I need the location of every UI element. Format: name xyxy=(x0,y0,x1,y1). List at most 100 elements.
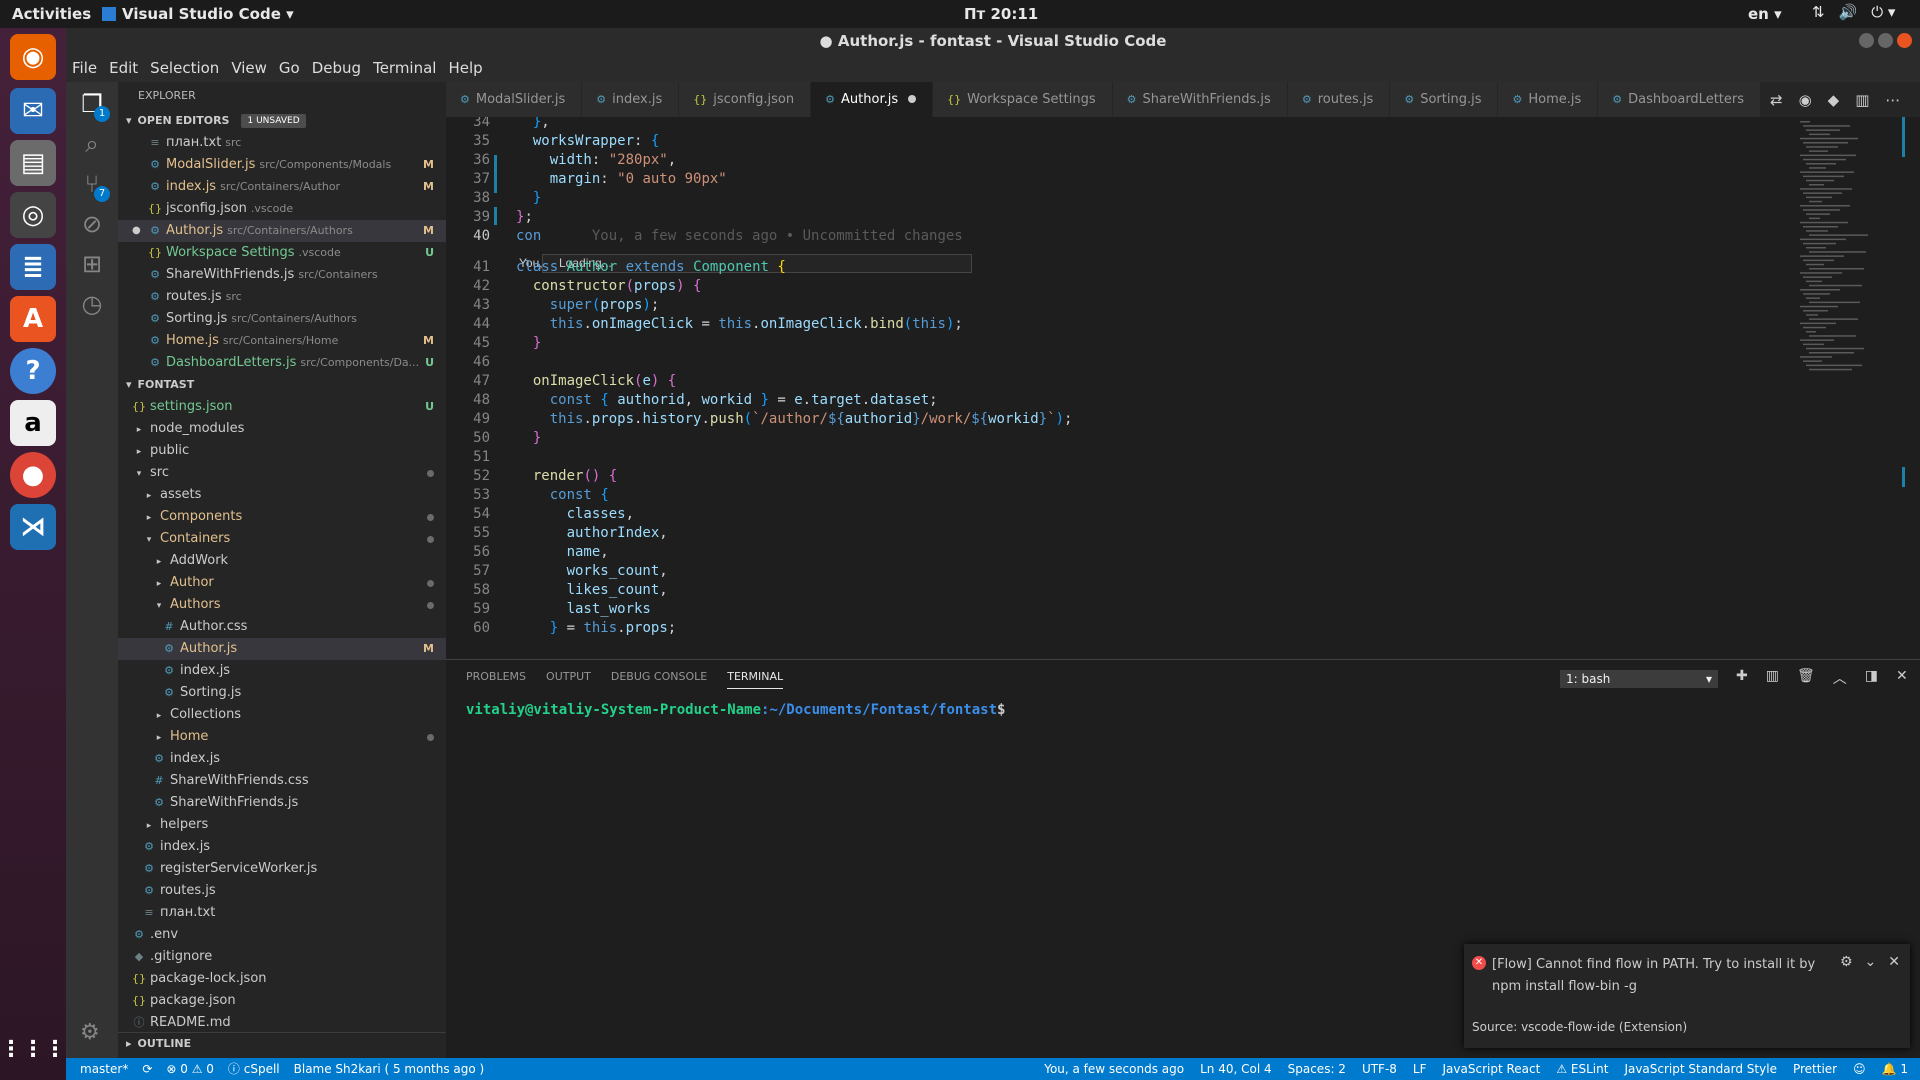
panel-tab-terminal[interactable]: TERMINAL xyxy=(727,670,784,689)
maximize-panel-icon[interactable]: ︿ xyxy=(1833,668,1847,688)
menu-debug[interactable]: Debug xyxy=(312,59,361,77)
code-line[interactable]: constructor(props) { xyxy=(516,278,702,294)
git-history-icon[interactable]: ◷ xyxy=(78,290,106,318)
tree-item[interactable]: ▸ public xyxy=(118,440,446,462)
code-line[interactable]: onImageClick(e) { xyxy=(516,373,676,389)
tree-item[interactable]: ▸ helpers xyxy=(118,814,446,836)
close-icon[interactable]: ✕ xyxy=(1888,954,1900,970)
tree-item[interactable]: ⚙ Sorting.js xyxy=(118,682,446,704)
gear-icon[interactable]: ⚙ xyxy=(1840,954,1853,970)
status-item[interactable]: ⟳ xyxy=(142,1058,152,1080)
preview-icon[interactable]: ◉ xyxy=(1799,91,1812,109)
thunderbird-icon[interactable]: ✉ xyxy=(10,88,56,134)
files-icon[interactable]: ▤ xyxy=(10,140,56,186)
status-item[interactable]: ☺ xyxy=(1853,1058,1866,1080)
search-icon[interactable]: ⌕ xyxy=(78,130,106,158)
new-terminal-icon[interactable]: ✚ xyxy=(1736,668,1748,688)
system-tray[interactable]: ⇅ 🔊 ⏻ ▾ xyxy=(1812,3,1895,21)
tree-item[interactable]: ⚙ Author.js M xyxy=(118,638,446,660)
tree-item[interactable]: ▸ Home xyxy=(118,726,446,748)
power-icon[interactable]: ⏻ ▾ xyxy=(1871,3,1895,21)
status-item[interactable]: Prettier xyxy=(1793,1058,1837,1080)
close-panel-icon[interactable]: ✕ xyxy=(1896,668,1908,688)
tab-sharewithfriends-js[interactable]: ⚙ ShareWithFriends.js xyxy=(1112,82,1288,117)
status-item[interactable]: Ln 40, Col 4 xyxy=(1200,1058,1272,1080)
terminal-select[interactable]: 1: bash ▾ xyxy=(1560,670,1718,688)
tab-jsconfig-json[interactable]: {} jsconfig.json xyxy=(679,82,812,117)
language-indicator[interactable]: en ▾ xyxy=(1748,5,1782,23)
tree-item[interactable]: ⚙ index.js xyxy=(118,836,446,858)
code-line[interactable]: const { xyxy=(516,487,609,503)
tree-item[interactable]: ◆ .gitignore xyxy=(118,946,446,968)
close-window-button[interactable] xyxy=(1897,33,1912,48)
open-editor-item[interactable]: ⚙ index.js src/Containers/Author M xyxy=(118,176,446,198)
menu-edit[interactable]: Edit xyxy=(109,59,138,77)
open-editor-item[interactable]: ⚙ routes.js src xyxy=(118,286,446,308)
tab-dashboardletters[interactable]: ⚙ DashboardLetters xyxy=(1598,82,1762,117)
tree-item[interactable]: ≡ план.txt xyxy=(118,902,446,924)
writer-icon[interactable]: ≣ xyxy=(10,244,56,290)
more-actions-icon[interactable]: ⋯ xyxy=(1885,91,1900,109)
tree-item[interactable]: ▾ Containers xyxy=(118,528,446,550)
tree-item[interactable]: ⓘ README.md xyxy=(118,1012,446,1034)
status-item[interactable]: ⊗ 0 ⚠ 0 xyxy=(166,1058,214,1080)
code-line[interactable]: super(props); xyxy=(516,297,660,313)
menu-view[interactable]: View xyxy=(231,59,267,77)
tab-home-js[interactable]: ⚙ Home.js xyxy=(1498,82,1599,117)
code-line[interactable]: const { authorid, workid } = e.target.da… xyxy=(516,392,938,408)
open-editor-item[interactable]: ⚙ ModalSlider.js src/Components/Modals M xyxy=(118,154,446,176)
firefox-icon[interactable]: ◉ xyxy=(10,34,56,80)
tab-workspace-settings[interactable]: {} Workspace Settings xyxy=(933,82,1113,117)
code-line[interactable]: } xyxy=(516,430,541,446)
rhythmbox-icon[interactable]: ◎ xyxy=(10,192,56,238)
clock[interactable]: Пт 20:11 xyxy=(964,5,1038,23)
code-line[interactable]: } xyxy=(516,335,541,351)
tree-item[interactable]: {} package-lock.json xyxy=(118,968,446,990)
app-menu[interactable]: Visual Studio Code ▾ xyxy=(102,5,294,23)
status-item[interactable]: ⓘ cSpell xyxy=(228,1058,280,1080)
trash-icon[interactable]: 🗑 xyxy=(1797,668,1815,688)
tab-sorting-js[interactable]: ⚙ Sorting.js xyxy=(1390,82,1499,117)
status-item[interactable]: LF xyxy=(1413,1058,1427,1080)
code-line[interactable]: this.props.history.push(`/author/${autho… xyxy=(516,411,1073,427)
open-editor-item[interactable]: ⚙ Sorting.js src/Containers/Authors xyxy=(118,308,446,330)
tab-routes-js[interactable]: ⚙ routes.js xyxy=(1287,82,1391,117)
maximize-button[interactable] xyxy=(1878,33,1893,48)
project-header[interactable]: ▾ FONTAST xyxy=(118,374,446,396)
code-line[interactable]: name, xyxy=(516,544,609,560)
tree-item[interactable]: {} package.json xyxy=(118,990,446,1012)
tree-item[interactable]: ▸ Components xyxy=(118,506,446,528)
code-line[interactable]: con You, a few seconds ago • Uncommitted… xyxy=(516,228,963,244)
status-item[interactable]: Spaces: 2 xyxy=(1288,1058,1346,1080)
panel-layout-icon[interactable]: ◨ xyxy=(1865,668,1878,688)
menu-file[interactable]: File xyxy=(72,59,97,77)
panel-tab-problems[interactable]: PROBLEMS xyxy=(466,670,526,689)
code-line[interactable]: likes_count, xyxy=(516,582,668,598)
open-editor-item[interactable]: {} jsconfig.json .vscode xyxy=(118,198,446,220)
tree-item[interactable]: # ShareWithFriends.css xyxy=(118,770,446,792)
status-item[interactable]: master* xyxy=(80,1058,128,1080)
terminal-prompt[interactable]: vitaliy@vitaliy-System-Product-Name:~/Do… xyxy=(466,702,1005,718)
open-editor-item[interactable]: ⚙ Home.js src/Containers/Home M xyxy=(118,330,446,352)
status-item[interactable]: UTF-8 xyxy=(1362,1058,1397,1080)
code-line[interactable]: width: "280px", xyxy=(516,152,676,168)
tree-item[interactable]: {} settings.json U xyxy=(118,396,446,418)
panel-tab-output[interactable]: OUTPUT xyxy=(546,670,591,689)
software-center-icon[interactable]: A xyxy=(10,296,56,342)
code-line[interactable]: class Author extends Component { xyxy=(516,259,786,275)
vscode-icon[interactable]: ⋊ xyxy=(10,504,56,550)
code-line[interactable]: } xyxy=(516,190,541,206)
code-line[interactable]: this.onImageClick = this.onImageClick.bi… xyxy=(516,316,963,332)
tree-item[interactable]: ▸ Author xyxy=(118,572,446,594)
open-editor-item[interactable]: ● ⚙ Author.js src/Containers/Authors M xyxy=(118,220,446,242)
tree-item[interactable]: ▸ assets xyxy=(118,484,446,506)
git-compare-icon[interactable]: ◆ xyxy=(1828,91,1840,109)
outline-header[interactable]: ▸ OUTLINE xyxy=(118,1032,446,1054)
tree-item[interactable]: ▸ node_modules xyxy=(118,418,446,440)
menu-terminal[interactable]: Terminal xyxy=(373,59,436,77)
code-line[interactable]: works_count, xyxy=(516,563,668,579)
activities-button[interactable]: Activities xyxy=(12,5,91,23)
tree-item[interactable]: ⚙ index.js xyxy=(118,660,446,682)
tree-item[interactable]: ⚙ .env xyxy=(118,924,446,946)
volume-icon[interactable]: 🔊 xyxy=(1839,3,1858,21)
